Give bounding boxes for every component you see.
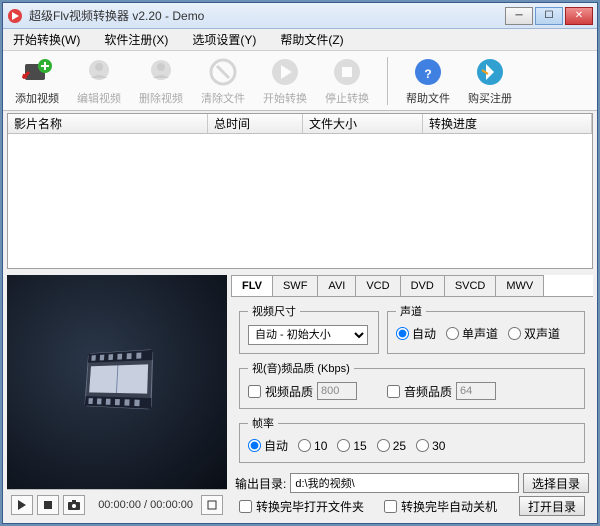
radio-ch-stereo[interactable]: 双声道 — [508, 325, 560, 342]
settings-body: 视频尺寸 自动 - 初始大小 声道 自动 单声道 双声道 — [231, 297, 593, 469]
start-convert-button: 开始转换 — [259, 54, 311, 108]
shutdown-checkbox[interactable]: 转换完毕自动关机 — [384, 498, 497, 515]
col-progress[interactable]: 转换进度 — [423, 114, 592, 133]
fps-label: 帧率 — [248, 415, 278, 431]
minimize-button[interactable]: ─ — [505, 7, 533, 25]
file-list[interactable]: 影片名称 总时间 文件大小 转换进度 — [7, 113, 593, 269]
list-header: 影片名称 总时间 文件大小 转换进度 — [8, 114, 592, 134]
buy-icon — [474, 56, 506, 88]
menubar: 开始转换(W) 软件注册(X) 选项设置(Y) 帮助文件(Z) — [3, 29, 597, 51]
bitrate-label: 视(音)频品质 (Kbps) — [248, 360, 354, 376]
video-size-label: 视频尺寸 — [248, 303, 300, 319]
output-label: 输出目录: — [235, 475, 286, 492]
menu-help[interactable]: 帮助文件(Z) — [274, 29, 349, 50]
window-controls: ─ ☐ ✕ — [505, 7, 593, 25]
radio-fps-auto[interactable]: 自动 — [248, 437, 288, 454]
col-duration[interactable]: 总时间 — [208, 114, 303, 133]
delete-video-button: 删除视频 — [135, 54, 187, 108]
buy-label: 购买注册 — [468, 90, 512, 106]
buy-register-button[interactable]: 购买注册 — [464, 54, 516, 108]
svg-text:?: ? — [424, 67, 431, 81]
stop-icon — [331, 56, 363, 88]
close-button[interactable]: ✕ — [565, 7, 593, 25]
radio-fps-10[interactable]: 10 — [298, 439, 327, 453]
audio-quality-input[interactable] — [456, 382, 496, 400]
window-title: 超级Flv视频转换器 v2.20 - Demo — [29, 7, 505, 24]
clear-files-button: 清除文件 — [197, 54, 249, 108]
audio-channel-label: 声道 — [396, 303, 426, 319]
col-name[interactable]: 影片名称 — [8, 114, 208, 133]
audio-quality-checkbox[interactable] — [387, 385, 400, 398]
audio-channel-group: 声道 自动 单声道 双声道 — [387, 303, 585, 354]
radio-fps-15[interactable]: 15 — [337, 439, 366, 453]
toolbar-separator — [387, 57, 388, 105]
lower-panel: 00:00:00 / 00:00:00 FLV SWF AVI VCD DVD … — [3, 271, 597, 523]
preview-screen — [7, 275, 227, 489]
settings-pane: FLV SWF AVI VCD DVD SVCD MWV 视频尺寸 自动 - 初… — [231, 275, 593, 519]
time-display: 00:00:00 / 00:00:00 — [98, 499, 193, 511]
help-label: 帮助文件 — [406, 90, 450, 106]
edit-icon — [83, 56, 115, 88]
video-quality-input[interactable] — [317, 382, 357, 400]
tab-vcd[interactable]: VCD — [355, 275, 400, 296]
tab-swf[interactable]: SWF — [272, 275, 318, 296]
app-window: 超级Flv视频转换器 v2.20 - Demo ─ ☐ ✕ 开始转换(W) 软件… — [2, 2, 598, 524]
video-size-group: 视频尺寸 自动 - 初始大小 — [239, 303, 379, 354]
add-icon — [21, 56, 53, 88]
toolbar: 添加视频 编辑视频 删除视频 清除文件 开始转换 停止转换 ? 帮助文件 — [3, 51, 597, 111]
format-tabs: FLV SWF AVI VCD DVD SVCD MWV — [231, 275, 593, 297]
bitrate-group: 视(音)频品质 (Kbps) 视频品质 音频品质 — [239, 360, 585, 409]
tab-dvd[interactable]: DVD — [400, 275, 445, 296]
tab-svcd[interactable]: SVCD — [444, 275, 497, 296]
preview-snapshot-button[interactable] — [63, 495, 85, 515]
preview-pane: 00:00:00 / 00:00:00 — [7, 275, 227, 519]
preview-play-button[interactable] — [11, 495, 33, 515]
titlebar: 超级Flv视频转换器 v2.20 - Demo ─ ☐ ✕ — [3, 3, 597, 29]
tab-flv[interactable]: FLV — [231, 275, 273, 296]
menu-options[interactable]: 选项设置(Y) — [186, 29, 262, 50]
audio-quality-label: 音频品质 — [404, 383, 452, 400]
tab-mwv[interactable]: MWV — [495, 275, 544, 296]
col-size[interactable]: 文件大小 — [303, 114, 423, 133]
add-video-button[interactable]: 添加视频 — [11, 54, 63, 108]
output-row: 输出目录: 选择目录 — [231, 473, 593, 493]
clear-icon — [207, 56, 239, 88]
delete-label: 删除视频 — [139, 90, 183, 106]
film-icon — [75, 338, 163, 428]
help-icon: ? — [412, 56, 444, 88]
help-file-button[interactable]: ? 帮助文件 — [402, 54, 454, 108]
menu-start[interactable]: 开始转换(W) — [7, 29, 86, 50]
bottom-options: 转换完毕打开文件夹 转换完毕自动关机 打开目录 — [231, 493, 593, 519]
output-path-input[interactable] — [290, 473, 519, 493]
preview-extra-button[interactable] — [201, 495, 223, 515]
app-icon — [7, 8, 23, 24]
maximize-button[interactable]: ☐ — [535, 7, 563, 25]
menu-register[interactable]: 软件注册(X) — [98, 29, 174, 50]
radio-fps-25[interactable]: 25 — [377, 439, 406, 453]
fps-group: 帧率 自动 10 15 25 30 — [239, 415, 585, 463]
tab-avi[interactable]: AVI — [317, 275, 356, 296]
edit-video-button: 编辑视频 — [73, 54, 125, 108]
video-size-select[interactable]: 自动 - 初始大小 — [248, 325, 368, 345]
stop-label: 停止转换 — [325, 90, 369, 106]
video-quality-checkbox[interactable] — [248, 385, 261, 398]
preview-stop-button[interactable] — [37, 495, 59, 515]
radio-ch-mono[interactable]: 单声道 — [446, 325, 498, 342]
play-icon — [269, 56, 301, 88]
radio-ch-auto[interactable]: 自动 — [396, 325, 436, 342]
radio-fps-30[interactable]: 30 — [416, 439, 445, 453]
add-label: 添加视频 — [15, 90, 59, 106]
start-label: 开始转换 — [263, 90, 307, 106]
video-quality-label: 视频品质 — [265, 383, 313, 400]
clear-label: 清除文件 — [201, 90, 245, 106]
open-dir-button[interactable]: 打开目录 — [519, 496, 585, 516]
open-folder-checkbox[interactable]: 转换完毕打开文件夹 — [239, 498, 364, 515]
browse-button[interactable]: 选择目录 — [523, 473, 589, 493]
delete-icon — [145, 56, 177, 88]
stop-convert-button: 停止转换 — [321, 54, 373, 108]
edit-label: 编辑视频 — [77, 90, 121, 106]
preview-controls: 00:00:00 / 00:00:00 — [7, 489, 227, 519]
